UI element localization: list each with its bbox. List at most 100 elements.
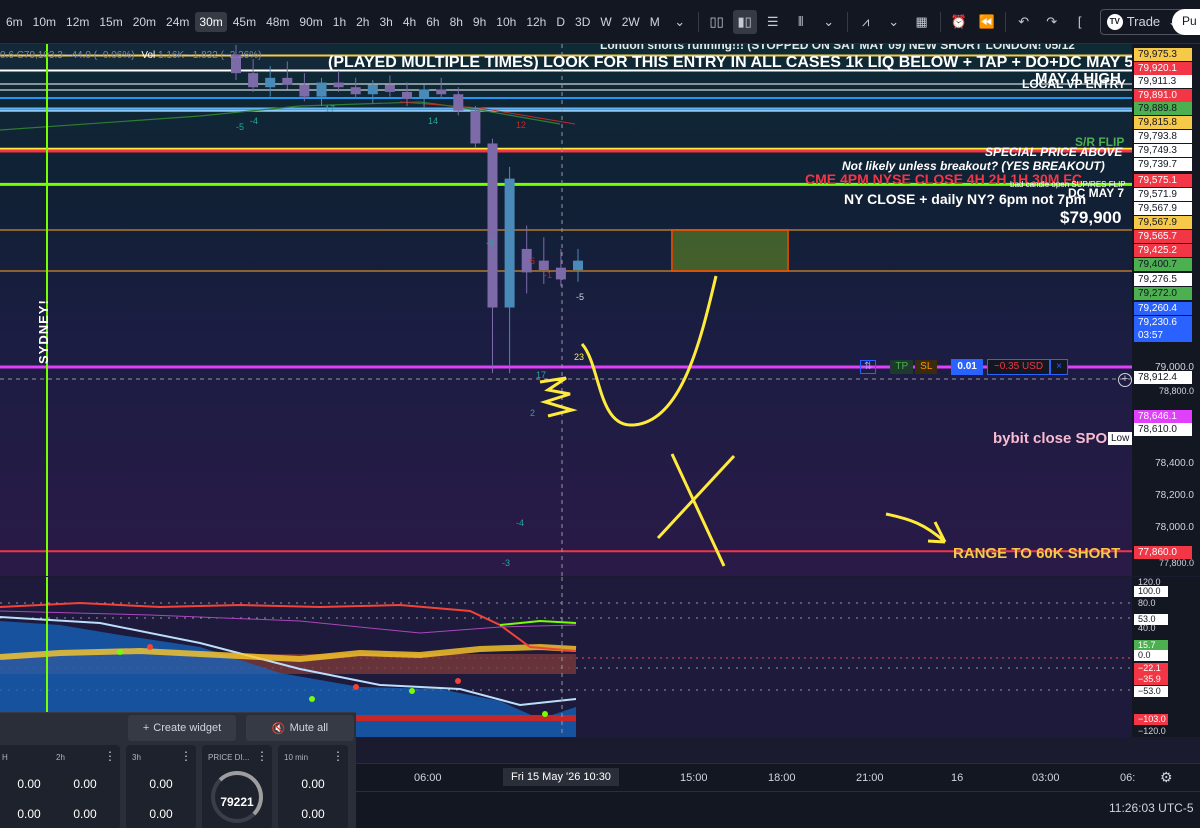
indicator-signal-dot bbox=[353, 684, 359, 690]
chevron-down-icon[interactable]: ⌄ bbox=[882, 10, 906, 34]
timeframe-9h[interactable]: 9h bbox=[469, 12, 490, 32]
chevron-down-icon[interactable]: ⌄ bbox=[817, 10, 841, 34]
annotation-ny-close[interactable]: NY CLOSE + daily NY? 6pm not 7pm bbox=[844, 191, 1086, 207]
widget-menu-icon[interactable]: ⋮ bbox=[332, 749, 344, 763]
close-position-button[interactable]: × bbox=[1050, 359, 1068, 375]
candle-body bbox=[436, 89, 447, 95]
widget-title: 10 min bbox=[284, 753, 309, 762]
widget-value: 0.00 bbox=[73, 807, 97, 821]
widget-card[interactable]: 2h ⋮ 0.00 0.00 bbox=[50, 745, 120, 828]
time-label: 03:00 bbox=[1032, 772, 1060, 784]
timeframe-6h[interactable]: 6h bbox=[422, 12, 443, 32]
alert-clock-icon[interactable]: ⏰ bbox=[947, 10, 971, 34]
timeframe-10h[interactable]: 10h bbox=[492, 12, 520, 32]
price-tick: 78,000.0 bbox=[1155, 522, 1194, 533]
annotation-local-vp[interactable]: LOCAL VP ENTRY bbox=[1022, 77, 1126, 91]
create-widget-label: Create widget bbox=[153, 722, 222, 734]
timeframe-48m[interactable]: 48m bbox=[262, 12, 293, 32]
time-label: 18:00 bbox=[768, 772, 796, 784]
projection-drawing bbox=[580, 275, 718, 427]
position-order-line[interactable]: ⇅ TP SL 0.01 −0.35 USD × bbox=[860, 359, 1068, 375]
widget-menu-icon[interactable]: ⋮ bbox=[256, 749, 268, 763]
price-tick: 77,800.0 bbox=[1158, 558, 1194, 568]
indicator-axis-label: −22.1 bbox=[1134, 663, 1168, 674]
main-chart-pane[interactable]: -5 -4 17 14 12 -5 6 -1 -5 23 17 2 -4 -3 0.6 C79,103.3… bbox=[0, 44, 1132, 576]
timeframe-list: 6m 10m 12m 15m 20m 24m 30m 45m 48m 90m 1h 2h 3h 4h 6h 8… bbox=[0, 11, 666, 32]
order-qty[interactable]: 0.01 bbox=[951, 359, 983, 375]
annotation-london[interactable]: London shorts running!!! (STOPPED ON SAT… bbox=[600, 44, 1075, 52]
bar-chart-icon[interactable]: ▯▯ bbox=[705, 10, 729, 34]
price-label: 79,567.9 bbox=[1134, 202, 1192, 215]
list-icon[interactable]: ☰ bbox=[761, 10, 785, 34]
price-tick: 78,400.0 bbox=[1155, 458, 1194, 469]
widget-value: 0.00 bbox=[73, 777, 97, 791]
timeframe-15m[interactable]: 15m bbox=[95, 12, 126, 32]
timeframe-3h[interactable]: 3h bbox=[375, 12, 396, 32]
widget-menu-icon[interactable]: ⋮ bbox=[104, 749, 116, 763]
timeframe-45m[interactable]: 45m bbox=[229, 12, 260, 32]
redo-icon[interactable]: ↷ bbox=[1040, 10, 1064, 34]
bar-countdown: 03:57 bbox=[1134, 329, 1192, 342]
candle-stat-label: 17 bbox=[536, 370, 546, 380]
widget-value: 0.00 bbox=[149, 807, 173, 821]
timeframe-20m[interactable]: 20m bbox=[129, 12, 160, 32]
timeframe-6m[interactable]: 6m bbox=[2, 12, 27, 32]
candle-chart-icon[interactable]: ▮▯ bbox=[732, 9, 757, 34]
layout-grid-icon[interactable]: ▦ bbox=[910, 10, 934, 34]
timeframe-8h[interactable]: 8h bbox=[446, 12, 467, 32]
mute-all-button[interactable]: 🔇 Mute all bbox=[246, 715, 354, 741]
ohlc-icon[interactable]: ⫴ bbox=[789, 10, 813, 34]
timeframe-24m[interactable]: 24m bbox=[162, 12, 193, 32]
timeframe-90m[interactable]: 90m bbox=[295, 12, 326, 32]
settings-gear-icon[interactable]: ⚙ bbox=[1160, 769, 1173, 786]
annotation-bybit[interactable]: bybit close SPO bbox=[993, 430, 1107, 447]
timeframe-2W[interactable]: 2W bbox=[618, 12, 644, 32]
timeframe-3D[interactable]: 3D bbox=[571, 12, 594, 32]
price-axis[interactable]: 79,975.3 79,920.1 79,911.3 79,891.0 79,889.8… bbox=[1108, 44, 1200, 576]
clock-readout[interactable]: 11:26:03 UTC-5 bbox=[1109, 801, 1194, 815]
widget-card[interactable]: 3h ⋮ 0.00 0.00 bbox=[126, 745, 196, 828]
annotation-special-price[interactable]: SPECIAL PRICE ABOVE bbox=[985, 145, 1122, 159]
timeframe-12h[interactable]: 12h bbox=[522, 12, 550, 32]
sl-button[interactable]: SL bbox=[915, 360, 938, 374]
publish-button[interactable]: Pu bbox=[1172, 9, 1200, 35]
indicator-signal-dot bbox=[309, 696, 315, 702]
candle-body bbox=[402, 91, 412, 99]
indicator-axis[interactable]: 120.0 100.0 80.0 53.0 40.0 15.7 0.0 −22.1 −35.9−… bbox=[1132, 577, 1200, 737]
chevron-down-icon[interactable]: ⌄ bbox=[668, 10, 692, 34]
timeframe-2h[interactable]: 2h bbox=[352, 12, 373, 32]
volume-label: Vol bbox=[141, 50, 156, 61]
candle-body bbox=[367, 84, 378, 95]
indicators-icon[interactable]: ⩘ bbox=[854, 10, 878, 34]
timeframe-D[interactable]: D bbox=[552, 12, 569, 32]
annotation-79900[interactable]: $79,900 bbox=[1060, 208, 1121, 228]
timeframe-1h[interactable]: 1h bbox=[329, 12, 350, 32]
replay-icon[interactable]: ⏪ bbox=[975, 10, 999, 34]
annotation-range-short[interactable]: RANGE TO 60K SHORT bbox=[953, 545, 1120, 562]
widget-value: 0.00 bbox=[301, 807, 325, 821]
create-widget-button[interactable]: + Create widget bbox=[128, 715, 236, 741]
undo-icon[interactable]: ↶ bbox=[1012, 10, 1036, 34]
bracket-icon[interactable]: [ bbox=[1068, 10, 1092, 34]
widget-card[interactable]: 10 min ⋮ 0.00 0.00 bbox=[278, 745, 348, 828]
timeframe-12m[interactable]: 12m bbox=[62, 12, 93, 32]
tp-button[interactable]: TP bbox=[890, 360, 914, 374]
timeframe-W[interactable]: W bbox=[596, 12, 615, 32]
time-label: 15:00 bbox=[680, 772, 708, 784]
timeframe-30m[interactable]: 30m bbox=[195, 11, 227, 32]
candle-body bbox=[573, 260, 583, 271]
widget-title: 2h bbox=[56, 753, 65, 762]
timeframe-4h[interactable]: 4h bbox=[399, 12, 420, 32]
reverse-icon[interactable]: ⇅ bbox=[860, 360, 877, 374]
timeframe-M[interactable]: M bbox=[646, 12, 664, 32]
symbol-legend: 0.6 C79,103.3 −44.0 (−0.06%) Vol 1.16K −… bbox=[0, 50, 261, 61]
widget-menu-icon[interactable]: ⋮ bbox=[180, 749, 192, 763]
add-alert-plus-icon[interactable]: + bbox=[1118, 373, 1132, 387]
timeframe-10m[interactable]: 10m bbox=[29, 12, 60, 32]
price-label: 79,272.0 bbox=[1134, 287, 1192, 300]
annotation-played[interactable]: (PLAYED MULTIPLE TIMES) LOOK FOR THIS EN… bbox=[328, 54, 1132, 72]
moving-average-line bbox=[399, 101, 576, 125]
price-label: 78,646.1 bbox=[1134, 410, 1192, 423]
widget-card[interactable]: PRICE DI... ⋮ 79221 bbox=[202, 745, 272, 828]
candle-body bbox=[453, 94, 464, 111]
